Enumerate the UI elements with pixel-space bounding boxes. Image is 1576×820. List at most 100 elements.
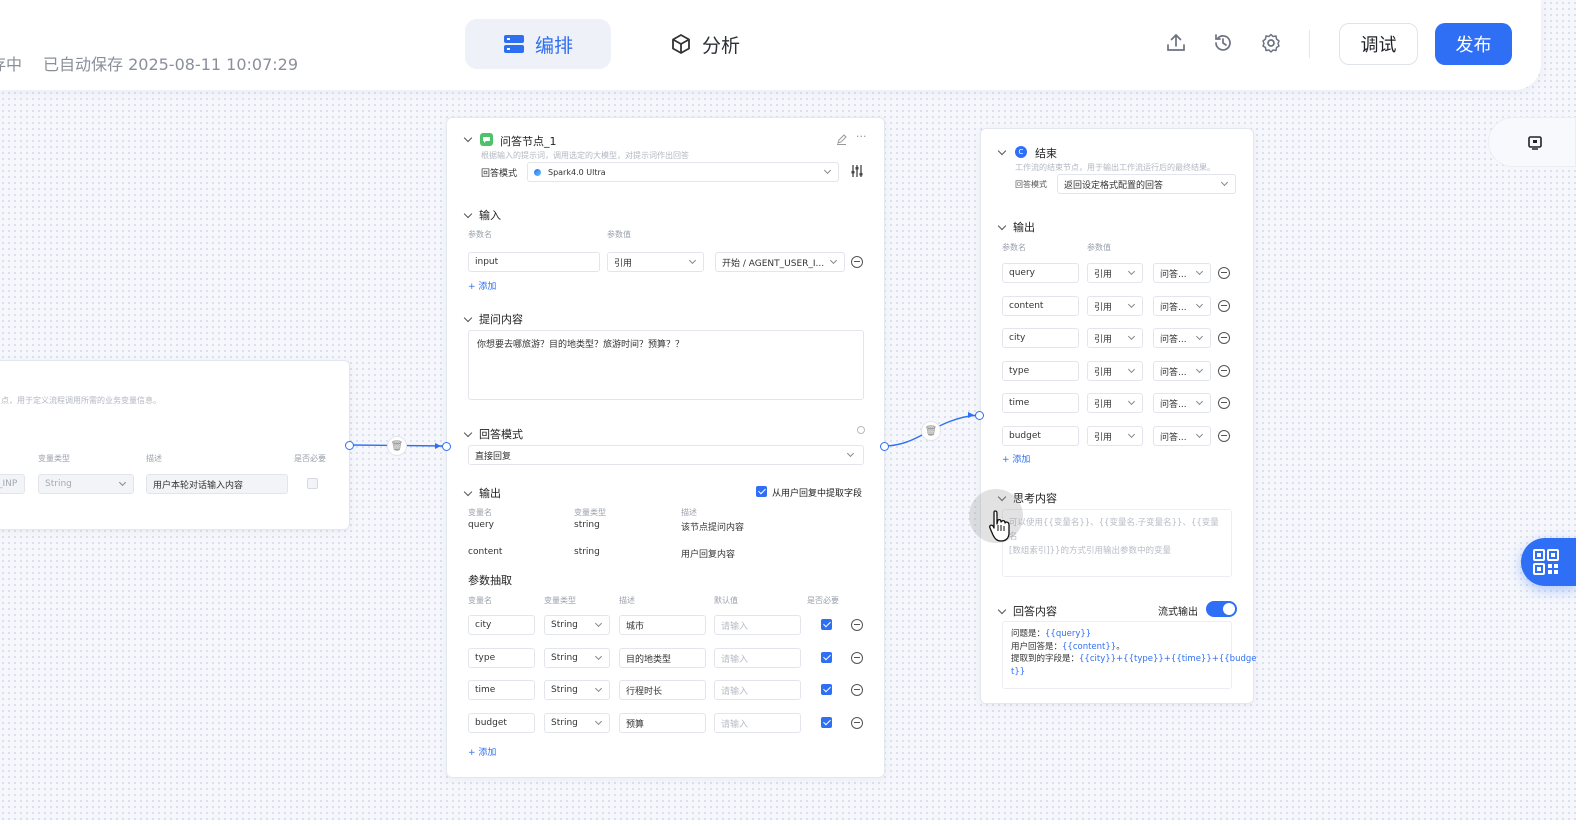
remove-output-icon[interactable] (1218, 267, 1230, 279)
end-ref-field[interactable]: 问答... (1153, 426, 1211, 446)
extract-type-select[interactable]: String (544, 713, 610, 733)
extract-row: city String 城市 请输入 (447, 615, 886, 637)
start-output-port[interactable] (345, 441, 354, 450)
var-name-field[interactable]: _INP (0, 474, 25, 494)
end-param-field[interactable]: time (1002, 393, 1079, 413)
end-param-field[interactable]: city (1002, 328, 1079, 348)
remove-output-icon[interactable] (1218, 365, 1230, 377)
model-settings-icon[interactable] (851, 164, 863, 178)
delete-edge-button[interactable]: 🗑 (387, 436, 407, 456)
remove-extract-icon[interactable] (851, 619, 863, 631)
delete-edge-button[interactable]: 🗑 (921, 421, 941, 441)
end-ref-field[interactable]: 问答... (1153, 361, 1211, 381)
extract-name-field[interactable]: budget (468, 713, 535, 733)
remove-output-icon[interactable] (1218, 300, 1230, 312)
tab-orchestrate[interactable]: 编排 (465, 19, 611, 69)
add-extract-button[interactable]: + 添加 (468, 745, 496, 758)
end-output-row: type 引用 问答... (981, 361, 1255, 383)
end-ref-field[interactable]: 问答... (1153, 328, 1211, 348)
remove-output-icon[interactable] (1218, 397, 1230, 409)
end-output-row: time 引用 问答... (981, 393, 1255, 415)
remove-extract-icon[interactable] (851, 652, 863, 664)
qa-node[interactable]: 问答节点_1 ··· 根据输入的提示词，调用选定的大模型，对提示词作出回答 回答… (446, 117, 885, 778)
question-textarea[interactable]: 你想要去哪旅游？目的地类型？旅游时间？预算？？ (468, 330, 864, 400)
qa-output-port[interactable] (880, 442, 889, 451)
publish-button[interactable]: 发布 (1435, 23, 1512, 65)
extract-type-select[interactable]: String (544, 615, 610, 635)
var-type-select[interactable]: String (38, 474, 134, 494)
extract-row: time String 行程时长 请输入 (447, 680, 886, 702)
node-title: 问答节点_1 (500, 135, 557, 148)
model-select[interactable]: Spark4.0 Ultra (527, 162, 839, 182)
end-node[interactable]: C 结束 工作流的结束节点，用于输出工作流运行后的最终结果。 回答模式 返回设定… (980, 128, 1257, 704)
end-mode-field[interactable]: 引用 (1087, 328, 1143, 348)
extract-required-checkbox[interactable] (821, 619, 832, 630)
cube-icon (672, 34, 690, 54)
extract-type-select[interactable]: String (544, 680, 610, 700)
qa-input-port[interactable] (442, 442, 451, 451)
settings-icon[interactable] (1260, 32, 1282, 54)
end-ref-field[interactable]: 问答... (1153, 393, 1211, 413)
input-name-field[interactable]: input (468, 252, 600, 272)
end-param-field[interactable]: type (1002, 361, 1079, 381)
start-node[interactable]: 点，用于定义流程调用所需的业务变量信息。 变量类型 描述 是否必要 _INP S… (0, 360, 350, 530)
extract-desc-field[interactable]: 目的地类型 (619, 648, 706, 668)
extract-type-select[interactable]: String (544, 648, 610, 668)
add-output-button[interactable]: + 添加 (1002, 452, 1030, 465)
input-mode-select[interactable]: 引用 (607, 252, 704, 272)
debug-button[interactable]: 调试 (1339, 23, 1418, 65)
end-mode-select[interactable]: 返回设定格式配置的回答 (1057, 174, 1236, 194)
remove-extract-icon[interactable] (851, 684, 863, 696)
answer-mode-select[interactable]: 直接回复 (468, 445, 864, 465)
more-icon[interactable]: ··· (856, 130, 867, 143)
extract-name-field[interactable]: type (468, 648, 535, 668)
remove-extract-icon[interactable] (851, 717, 863, 729)
side-panel-button[interactable] (1488, 117, 1576, 167)
extract-default-field[interactable]: 请输入 (714, 648, 801, 668)
extract-required-checkbox[interactable] (821, 684, 832, 695)
end-param-field[interactable]: budget (1002, 426, 1079, 446)
end-input-port[interactable] (975, 411, 984, 420)
end-mode-field[interactable]: 引用 (1087, 263, 1143, 283)
upload-icon[interactable] (1165, 32, 1187, 54)
edit-icon[interactable] (836, 134, 847, 145)
layout-icon (504, 35, 524, 53)
remove-output-icon[interactable] (1218, 430, 1230, 442)
extract-name-field[interactable]: time (468, 680, 535, 700)
qr-code-button[interactable] (1521, 538, 1576, 586)
extract-required-checkbox[interactable] (821, 717, 832, 728)
extract-desc-field[interactable]: 预算 (619, 713, 706, 733)
end-param-field[interactable]: content (1002, 296, 1079, 316)
remove-output-icon[interactable] (1218, 332, 1230, 344)
end-output-row: content 引用 问答... (981, 296, 1255, 318)
end-param-field[interactable]: query (1002, 263, 1079, 283)
extract-default-field[interactable]: 请输入 (714, 680, 801, 700)
end-output-row: city 引用 问答... (981, 328, 1255, 350)
end-icon: C (1015, 146, 1027, 158)
required-checkbox[interactable] (307, 478, 318, 489)
extract-checkbox[interactable] (756, 486, 767, 497)
node-title: 结束 (1035, 147, 1057, 160)
end-mode-field[interactable]: 引用 (1087, 296, 1143, 316)
stream-toggle[interactable] (1206, 601, 1237, 617)
extract-name-field[interactable]: city (468, 615, 535, 635)
extract-desc-field[interactable]: 城市 (619, 615, 706, 635)
end-mode-field[interactable]: 引用 (1087, 426, 1143, 446)
tab-analysis[interactable]: 分析 (632, 19, 778, 69)
extract-default-field[interactable]: 请输入 (714, 615, 801, 635)
add-input-button[interactable]: + 添加 (468, 279, 496, 292)
remove-input-icon[interactable] (851, 256, 863, 268)
end-mode-field[interactable]: 引用 (1087, 361, 1143, 381)
end-ref-field[interactable]: 问答... (1153, 296, 1211, 316)
extract-default-field[interactable]: 请输入 (714, 713, 801, 733)
history-icon[interactable] (1212, 32, 1234, 54)
input-ref-select[interactable]: 开始 / AGENT_USER_I... (715, 252, 845, 272)
end-ref-field[interactable]: 问答... (1153, 263, 1211, 283)
think-textarea[interactable]: 可以使用{{变量名}}、{{变量名.子变量名}}、{{变量名 [数组索引]}}的… (1002, 509, 1232, 577)
var-desc-field[interactable]: 用户本轮对话输入内容 (146, 474, 288, 494)
extract-desc-field[interactable]: 行程时长 (619, 680, 706, 700)
end-mode-field[interactable]: 引用 (1087, 393, 1143, 413)
answer-editor[interactable]: 问题是：{{query}} 用户回答是：{{content}}。 提取到的字段是… (1002, 621, 1257, 689)
top-bar: 存中 已自动保存 2025-08-11 10:07:29 编排 分析 调试 发布 (0, 0, 1541, 90)
extract-required-checkbox[interactable] (821, 652, 832, 663)
